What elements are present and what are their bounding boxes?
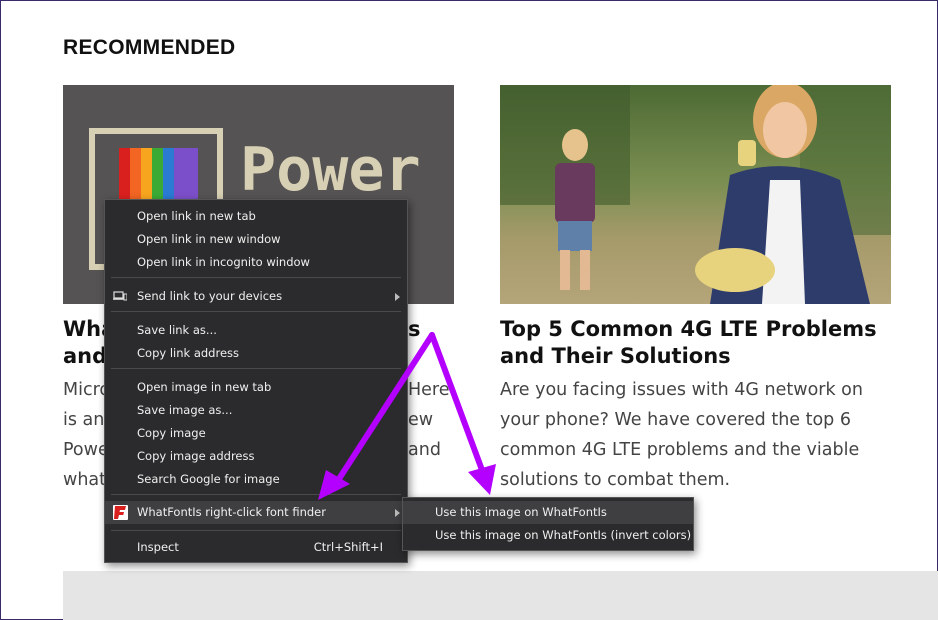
card-2-title[interactable]: Top 5 Common 4G LTE Problems and Their S… — [500, 316, 877, 370]
devices-icon — [113, 291, 127, 301]
card-1-desc-right-line-1: Here — [408, 380, 450, 400]
card-image-phone-girls[interactable] — [500, 85, 891, 304]
menu-item-copy-image[interactable]: Copy image — [105, 422, 407, 445]
menu-item-label: Save link as... — [137, 323, 217, 337]
submenu-arrow-icon — [395, 293, 400, 301]
card-1-title-right-line-1: s — [408, 317, 421, 341]
menu-item-label: Send link to your devices — [137, 289, 283, 303]
menu-item-shortcut: Ctrl+Shift+I — [313, 540, 383, 554]
menu-separator — [111, 368, 401, 369]
menu-separator — [111, 277, 401, 278]
card-2-desc-line-3: common 4G LTE problems and the viable — [500, 440, 860, 460]
menu-item-open-image-new-tab[interactable]: Open image in new tab — [105, 376, 407, 399]
submenu-item-use-image-invert[interactable]: Use this image on WhatFontIs (invert col… — [403, 524, 693, 547]
card-1-desc-right-line-2: ew — [408, 410, 434, 430]
menu-item-label: WhatFontIs right-click font finder — [137, 505, 326, 519]
menu-item-send-link-to-devices[interactable]: Send link to your devices — [105, 285, 407, 308]
menu-separator — [111, 494, 401, 495]
menu-item-copy-image-address[interactable]: Copy image address — [105, 445, 407, 468]
card-1-desc-right-line-3: and — [408, 440, 441, 460]
card-2-desc-line-1: Are you facing issues with 4G network on — [500, 380, 863, 400]
card-1-description-right: Here ew and — [408, 375, 450, 465]
menu-separator — [111, 311, 401, 312]
menu-item-label: Open link in incognito window — [137, 255, 310, 269]
menu-item-label: Copy image — [137, 426, 206, 440]
card-2-desc-line-2: your phone? We have covered the top 6 — [500, 410, 851, 430]
menu-item-search-google-image[interactable]: Search Google for image — [105, 468, 407, 491]
card-2-desc-line-4: solutions to combat them. — [500, 470, 731, 490]
card-2-title-line-1: Top 5 Common 4G LTE Problems — [500, 317, 877, 341]
whatfontis-icon — [113, 505, 128, 520]
menu-item-copy-link-address[interactable]: Copy link address — [105, 342, 407, 365]
submenu-item-use-image[interactable]: Use this image on WhatFontIs — [403, 501, 693, 524]
menu-item-label: Open link in new tab — [137, 209, 256, 223]
power-logo-text: Power — [240, 135, 421, 205]
submenu-item-label: Use this image on WhatFontIs — [435, 505, 607, 519]
menu-item-label: Copy link address — [137, 346, 240, 360]
menu-item-whatfontis[interactable]: WhatFontIs right-click font finder — [105, 501, 407, 524]
menu-item-label: Save image as... — [137, 403, 233, 417]
menu-item-open-link-new-tab[interactable]: Open link in new tab — [105, 205, 407, 228]
menu-item-label: Inspect — [137, 540, 179, 554]
menu-item-label: Open image in new tab — [137, 380, 272, 394]
submenu-item-label: Use this image on WhatFontIs (invert col… — [435, 528, 692, 542]
menu-item-label: Open link in new window — [137, 232, 281, 246]
card-2-description: Are you facing issues with 4G network on… — [500, 375, 863, 495]
menu-item-label: Search Google for image — [137, 472, 280, 486]
menu-item-open-link-incognito[interactable]: Open link in incognito window — [105, 251, 407, 274]
bottom-placeholder-band — [63, 571, 938, 620]
menu-item-inspect[interactable]: Inspect Ctrl+Shift+I — [105, 536, 407, 559]
menu-separator — [111, 530, 401, 531]
menu-item-save-image-as[interactable]: Save image as... — [105, 399, 407, 422]
menu-item-label: Copy image address — [137, 449, 255, 463]
whatfontis-submenu: Use this image on WhatFontIs Use this im… — [402, 497, 694, 551]
context-menu: Open link in new tab Open link in new wi… — [104, 199, 408, 563]
card-1-title-right: s — [408, 316, 421, 343]
section-title: RECOMMENDED — [63, 36, 236, 59]
card-2-title-line-2: and Their Solutions — [500, 344, 731, 368]
menu-item-open-link-new-window[interactable]: Open link in new window — [105, 228, 407, 251]
menu-item-save-link-as[interactable]: Save link as... — [105, 319, 407, 342]
phone-girls-photo — [500, 85, 891, 304]
submenu-arrow-icon — [395, 509, 400, 517]
